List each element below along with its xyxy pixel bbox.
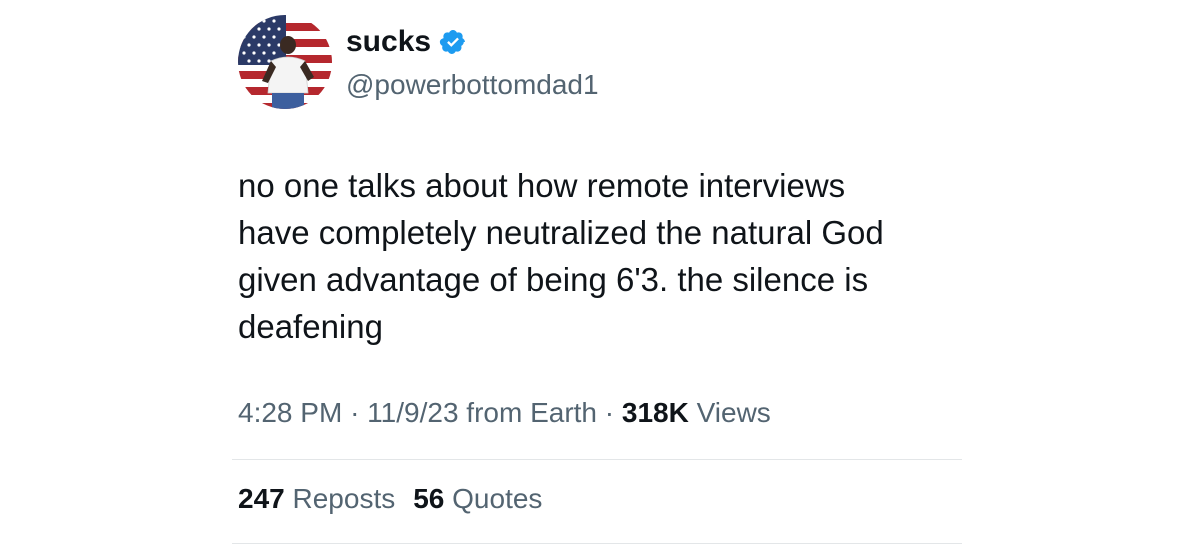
tweet-card: sucks @powerbottomdad1 no one talks abou…: [0, 0, 1200, 545]
author-name-row[interactable]: sucks: [346, 24, 467, 60]
tweet-source: from Earth: [466, 397, 597, 428]
author-handle[interactable]: @powerbottomdad1: [346, 68, 599, 102]
views-count[interactable]: 318K: [622, 397, 689, 428]
meta-separator: ·: [350, 397, 360, 428]
reposts-label: Reposts: [292, 483, 396, 514]
tweet-time[interactable]: 4:28 PM: [238, 397, 342, 428]
divider: [232, 459, 962, 460]
divider: [232, 543, 962, 544]
display-name[interactable]: sucks: [346, 24, 431, 60]
meta-separator: ·: [604, 397, 615, 428]
quotes-label: Quotes: [452, 483, 543, 514]
views-label[interactable]: Views: [697, 397, 771, 428]
verified-badge-icon: [439, 28, 467, 56]
reposts-stat[interactable]: 247 Reposts: [238, 482, 395, 516]
quotes-stat[interactable]: 56 Quotes: [413, 482, 542, 516]
tweet-date[interactable]: 11/9/23: [367, 397, 458, 428]
avatar[interactable]: [238, 15, 332, 109]
quotes-count: 56: [413, 483, 445, 514]
flag-portrait-avatar-icon: [238, 15, 332, 109]
tweet-text: no one talks about how remote interviews…: [238, 167, 884, 345]
tweet-stats: 247 Reposts 56 Quotes: [238, 482, 542, 516]
reposts-count: 247: [238, 483, 285, 514]
tweet-meta: 4:28 PM · 11/9/23 from Earth · 318K View…: [238, 396, 771, 430]
